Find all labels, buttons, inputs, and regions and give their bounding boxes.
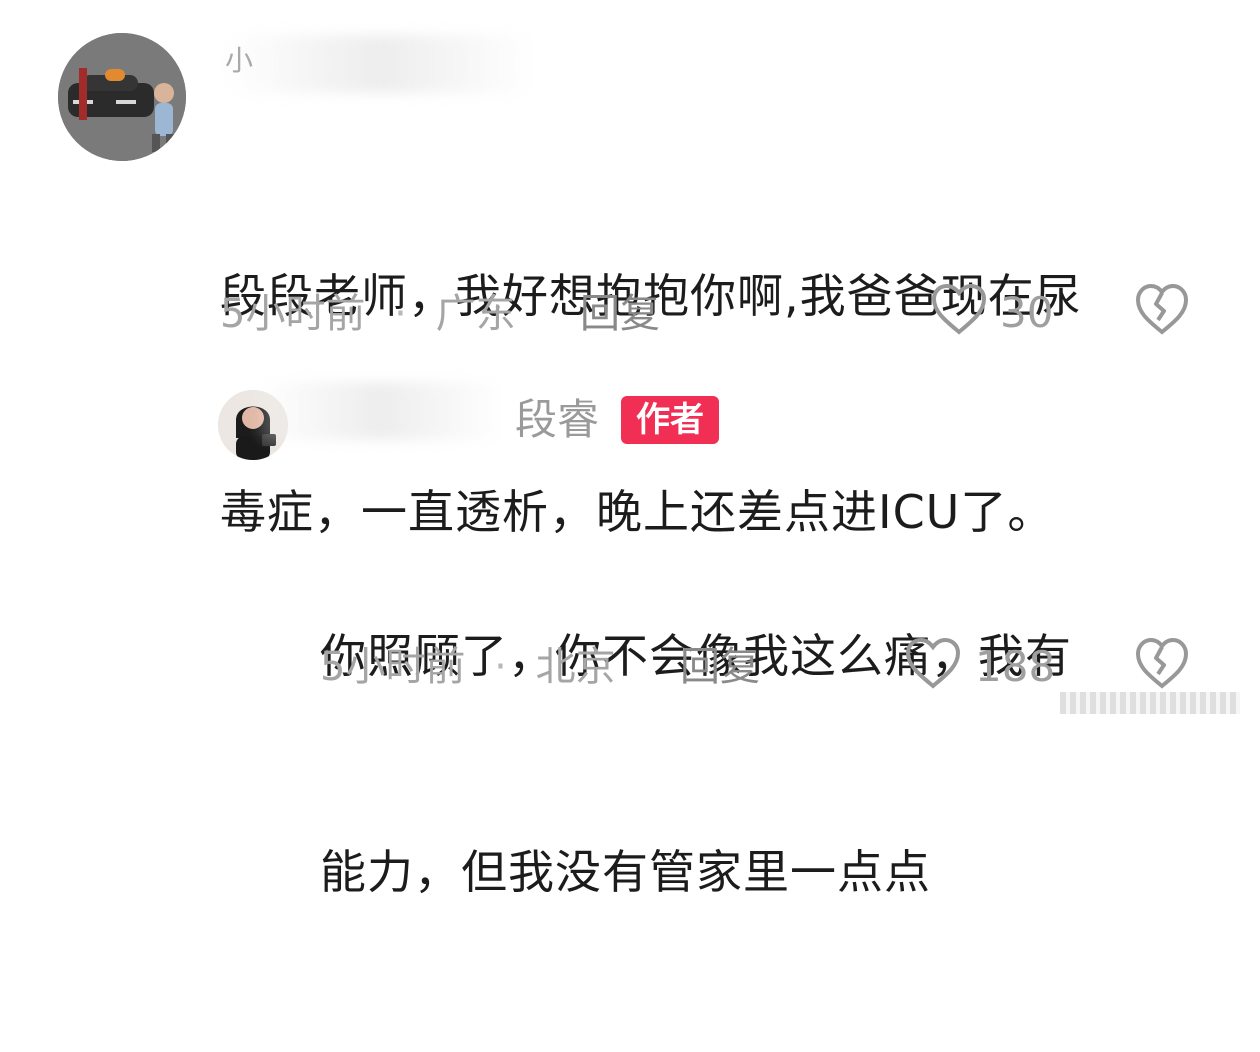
broken-heart-icon[interactable] [1134, 282, 1190, 336]
blurred-username [225, 35, 535, 93]
reply-meta: 5小时前 · 北京 [320, 647, 616, 687]
heart-icon[interactable] [904, 636, 962, 690]
like-count: 30 [1000, 288, 1054, 337]
broken-heart-icon[interactable] [1134, 636, 1190, 690]
like-count: 188 [975, 642, 1056, 691]
meta-separator: · [494, 644, 507, 690]
blurred-username [258, 382, 504, 440]
meta-separator: · [394, 291, 407, 337]
car-photo-icon [58, 33, 186, 161]
comment-time: 5小时前 [220, 291, 366, 337]
reply-button[interactable]: 回复 [580, 294, 660, 334]
comment-avatar[interactable] [58, 33, 186, 161]
reply-time: 5小时前 [320, 644, 466, 690]
author-badge: 作者 [621, 396, 719, 444]
comment-location: 广东 [435, 291, 516, 337]
reply-location: 北京 [535, 644, 616, 690]
reply-body: 你照顾了，你不会像我这么痛，我有 能力，但我没有管家里一点点 [320, 476, 1180, 1052]
author-name: 段睿 [515, 395, 600, 444]
username-fragment: 小 [225, 44, 254, 77]
watermark-strip [1060, 692, 1240, 714]
heart-icon[interactable] [930, 282, 988, 336]
reply-button[interactable]: 回复 [680, 647, 760, 687]
comment-meta: 5小时前 · 广东 [220, 294, 516, 334]
reply-text-line: 能力，但我没有管家里一点点 [320, 845, 931, 899]
